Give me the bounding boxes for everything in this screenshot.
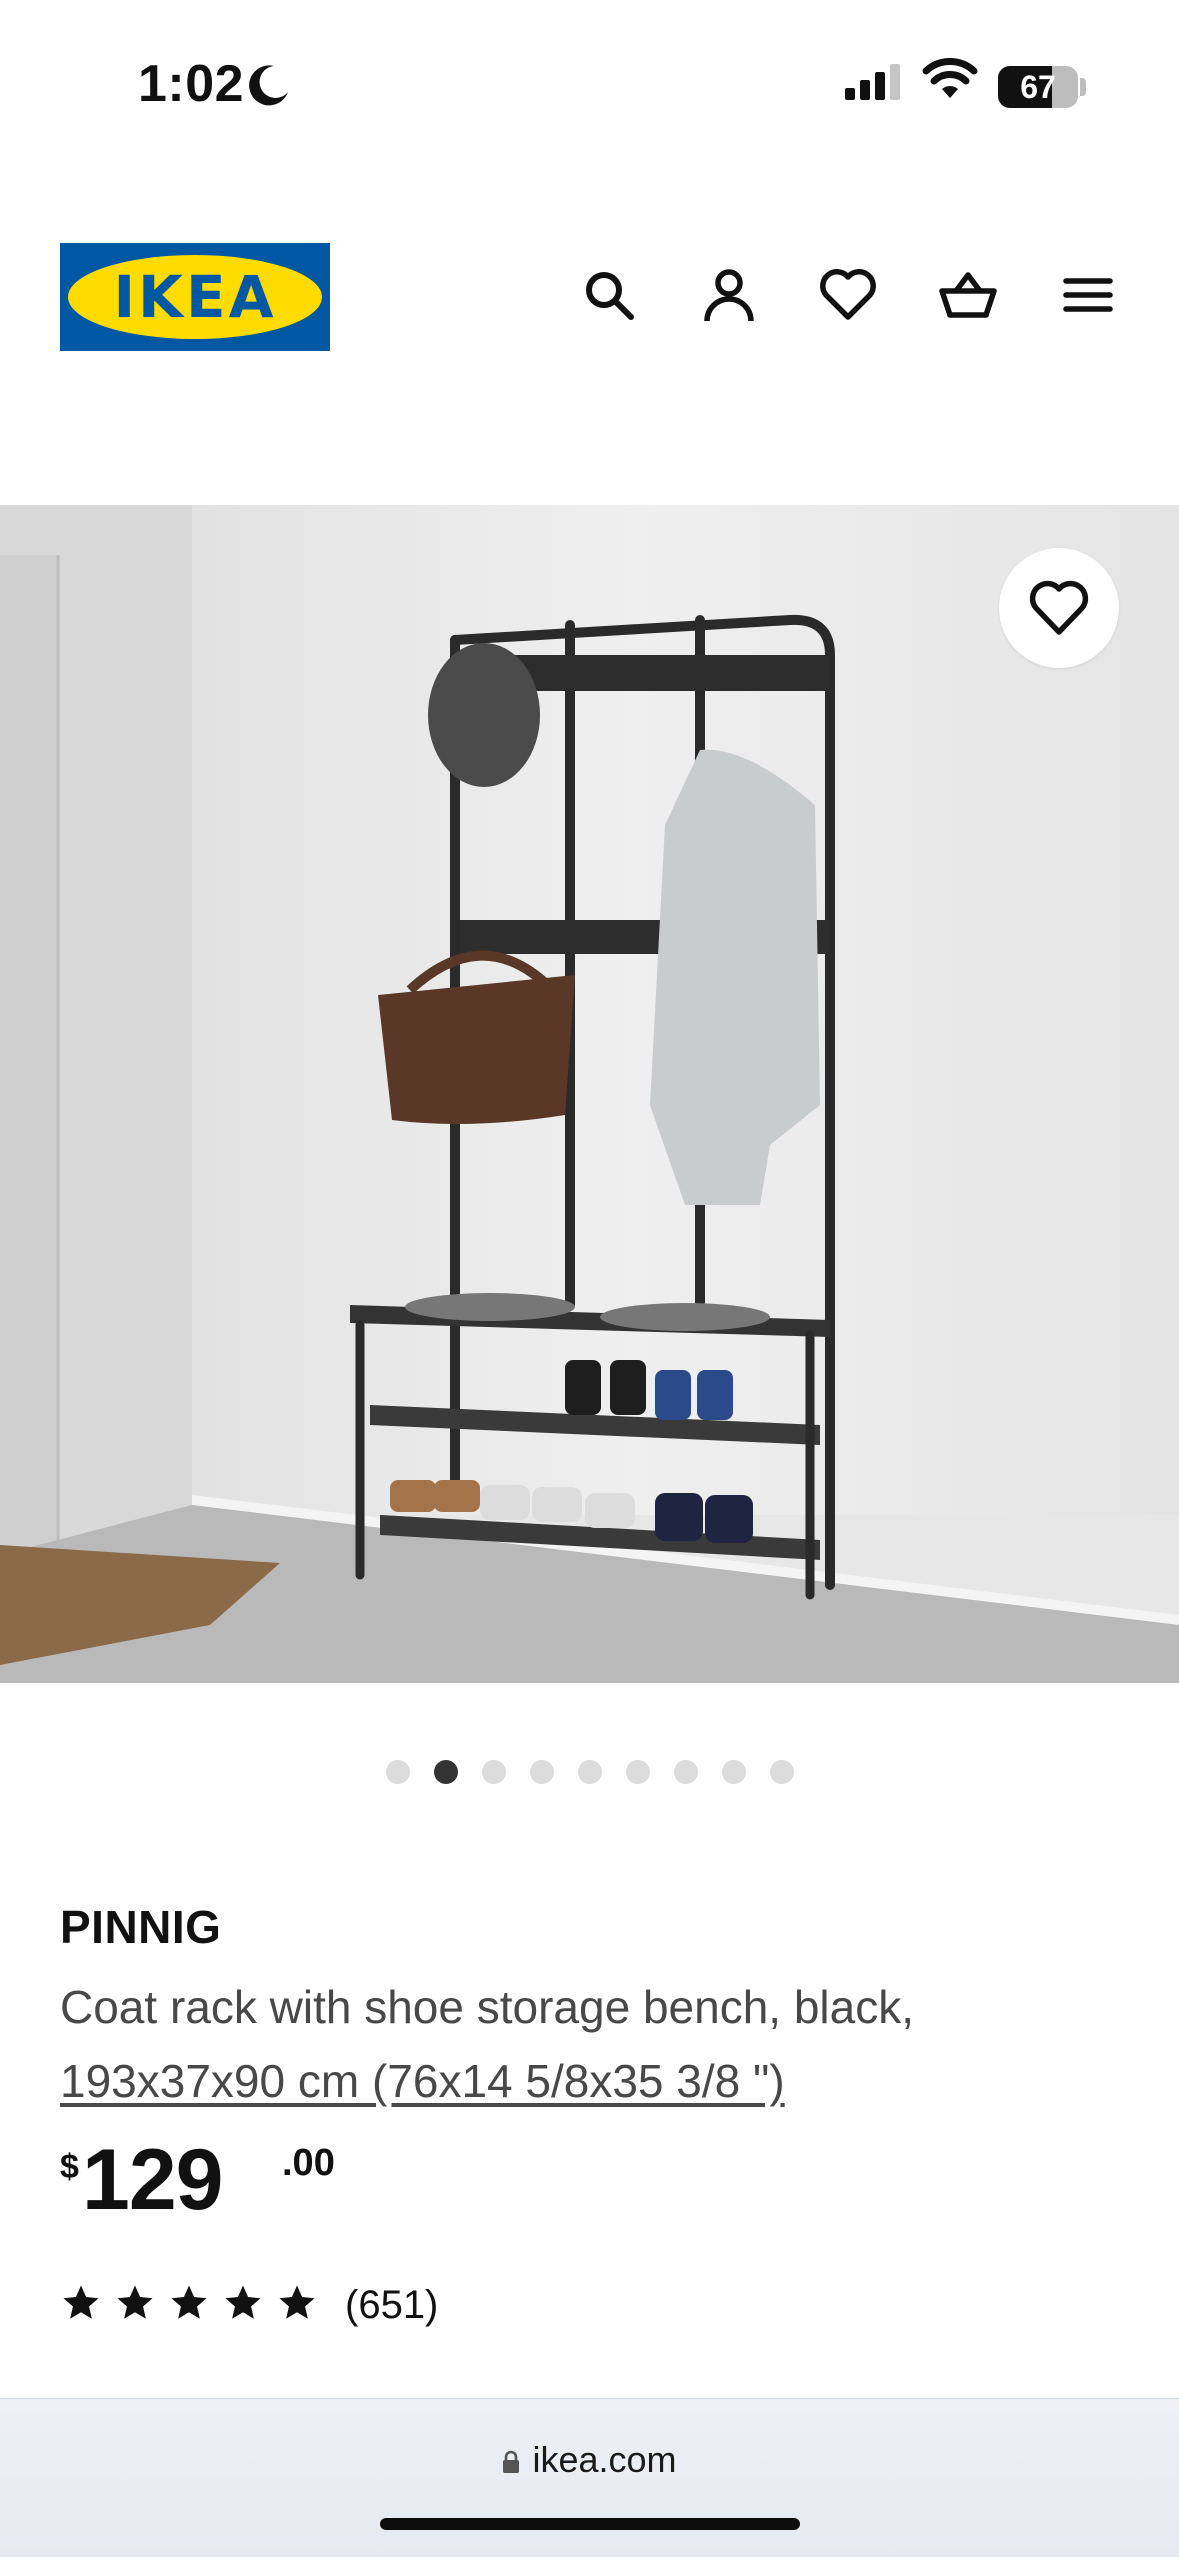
price-currency: $ (60, 2148, 79, 2186)
lock-icon (503, 2450, 520, 2473)
star-icon (279, 2285, 315, 2319)
price-decimal: .00 (282, 2142, 335, 2184)
menu-icon[interactable] (1058, 265, 1118, 325)
carousel-dot[interactable] (481, 1760, 506, 1784)
carousel-dot[interactable] (673, 1760, 698, 1784)
star-icon (171, 2285, 207, 2319)
battery-level: 67 (1020, 69, 1056, 105)
product-dimensions-link[interactable]: 193x37x90 cm (76x14 5/8x35 3/8 ") (60, 2055, 785, 2107)
product-description: Coat rack with shoe storage bench, black… (60, 1970, 1120, 2118)
carousel-dot[interactable] (529, 1760, 554, 1784)
product-type: Coat rack with shoe storage bench, black… (60, 1981, 915, 2033)
carousel-dot-active[interactable] (433, 1760, 458, 1784)
star-icon (117, 2285, 153, 2319)
product-image[interactable] (0, 505, 1179, 1683)
cellular-signal-icon (845, 64, 900, 100)
product-name: PINNIG (60, 1901, 222, 1953)
moon-icon (249, 65, 288, 106)
wifi-icon (922, 58, 978, 98)
status-time: 1:02 (138, 55, 245, 113)
logo-text: IKEA (113, 263, 277, 331)
carousel-dot[interactable] (385, 1760, 410, 1784)
ikea-logo[interactable]: IKEA (60, 243, 330, 351)
carousel-dot[interactable] (769, 1760, 794, 1784)
carousel-dot[interactable] (721, 1760, 746, 1784)
star-icon (225, 2285, 261, 2319)
review-count[interactable]: (651) (345, 2282, 438, 2328)
favorites-heart-icon[interactable] (818, 265, 878, 325)
browser-address-bar[interactable]: ikea.com (0, 2398, 1179, 2557)
image-carousel-dots[interactable] (0, 1760, 1179, 1786)
star-icon (63, 2285, 99, 2319)
search-icon[interactable] (579, 265, 639, 325)
account-icon[interactable] (699, 265, 759, 325)
heart-icon (1029, 580, 1089, 635)
url-text: ikea.com (532, 2439, 677, 2480)
battery-tip (1080, 78, 1086, 96)
price-integer: 129 (82, 2132, 223, 2228)
battery-icon: 67 (998, 66, 1078, 108)
url-display[interactable]: ikea.com (0, 2439, 1179, 2481)
carousel-dot[interactable] (625, 1760, 650, 1784)
carousel-dot[interactable] (577, 1760, 602, 1784)
shopping-basket-icon[interactable] (938, 265, 998, 325)
home-indicator[interactable] (380, 2518, 800, 2530)
status-bar: 1:02 67 (0, 0, 1179, 150)
save-to-favorites-button[interactable] (999, 548, 1119, 668)
